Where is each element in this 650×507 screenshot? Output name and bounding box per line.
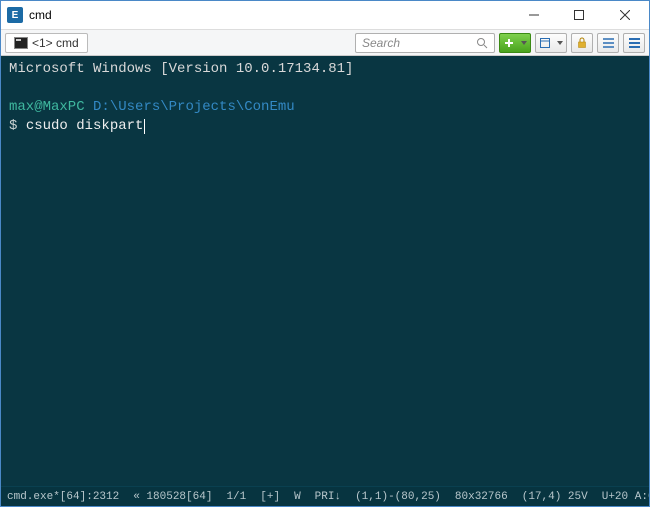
window-controls — [511, 1, 649, 29]
command-text: csudo diskpart — [26, 118, 144, 134]
close-icon — [620, 10, 630, 20]
app-window: E cmd <1> cmd Search — [0, 0, 650, 507]
terminal-blank — [9, 79, 641, 98]
status-w: W — [294, 491, 301, 503]
menu-list-button[interactable] — [597, 33, 619, 53]
plus-icon — [504, 38, 514, 48]
statusbar: cmd.exe*[64]:2312 « 180528[64] 1/1 [+] W… — [1, 486, 649, 506]
menu-icon — [629, 38, 640, 48]
window-mode-button[interactable] — [535, 33, 567, 53]
chevron-down-icon — [521, 41, 527, 45]
window-title: cmd — [29, 8, 511, 22]
status-cursor-pos: (1,1)-(80,25) — [355, 491, 441, 503]
status-build: « 180528[64] — [133, 491, 212, 503]
terminal-prompt-line: max@MaxPC D:\Users\Projects\ConEmu — [9, 98, 641, 117]
window-icon — [540, 38, 550, 48]
maximize-button[interactable] — [556, 1, 601, 29]
terminal-line: Microsoft Windows [Version 10.0.17134.81… — [9, 60, 641, 79]
tab-label: <1> cmd — [32, 36, 79, 50]
text-cursor — [144, 119, 145, 134]
toolbar: <1> cmd Search — [1, 30, 649, 56]
status-process: cmd.exe*[64]:2312 — [7, 491, 119, 503]
list-icon — [603, 38, 614, 48]
menu-hamburger-button[interactable] — [623, 33, 645, 53]
search-input[interactable]: Search — [355, 33, 495, 53]
tab-cmd[interactable]: <1> cmd — [5, 33, 88, 53]
close-button[interactable] — [601, 1, 649, 29]
chevron-down-icon — [557, 41, 563, 45]
minimize-icon — [529, 10, 539, 20]
search-icon — [476, 37, 488, 49]
lock-button[interactable] — [571, 33, 593, 53]
terminal-area[interactable]: Microsoft Windows [Version 10.0.17134.81… — [1, 56, 649, 486]
lock-icon — [577, 37, 587, 48]
prompt-symbol: $ — [9, 118, 17, 134]
app-icon: E — [7, 7, 23, 23]
titlebar: E cmd — [1, 1, 649, 30]
status-plus: [+] — [260, 491, 280, 503]
status-right: U+20 A:07 10284 — [602, 491, 649, 503]
maximize-icon — [574, 10, 584, 20]
terminal-command-line: $ csudo diskpart — [9, 117, 641, 136]
status-size: 80x32766 — [455, 491, 508, 503]
console-icon — [14, 37, 28, 49]
prompt-user: max@MaxPC — [9, 99, 85, 115]
new-console-button[interactable] — [499, 33, 531, 53]
status-xy: (17,4) 25V — [522, 491, 588, 503]
status-pane: 1/1 — [226, 491, 246, 503]
minimize-button[interactable] — [511, 1, 556, 29]
search-placeholder: Search — [362, 36, 400, 50]
prompt-path: D:\Users\Projects\ConEmu — [93, 99, 295, 115]
status-priority: PRI↓ — [315, 491, 341, 503]
